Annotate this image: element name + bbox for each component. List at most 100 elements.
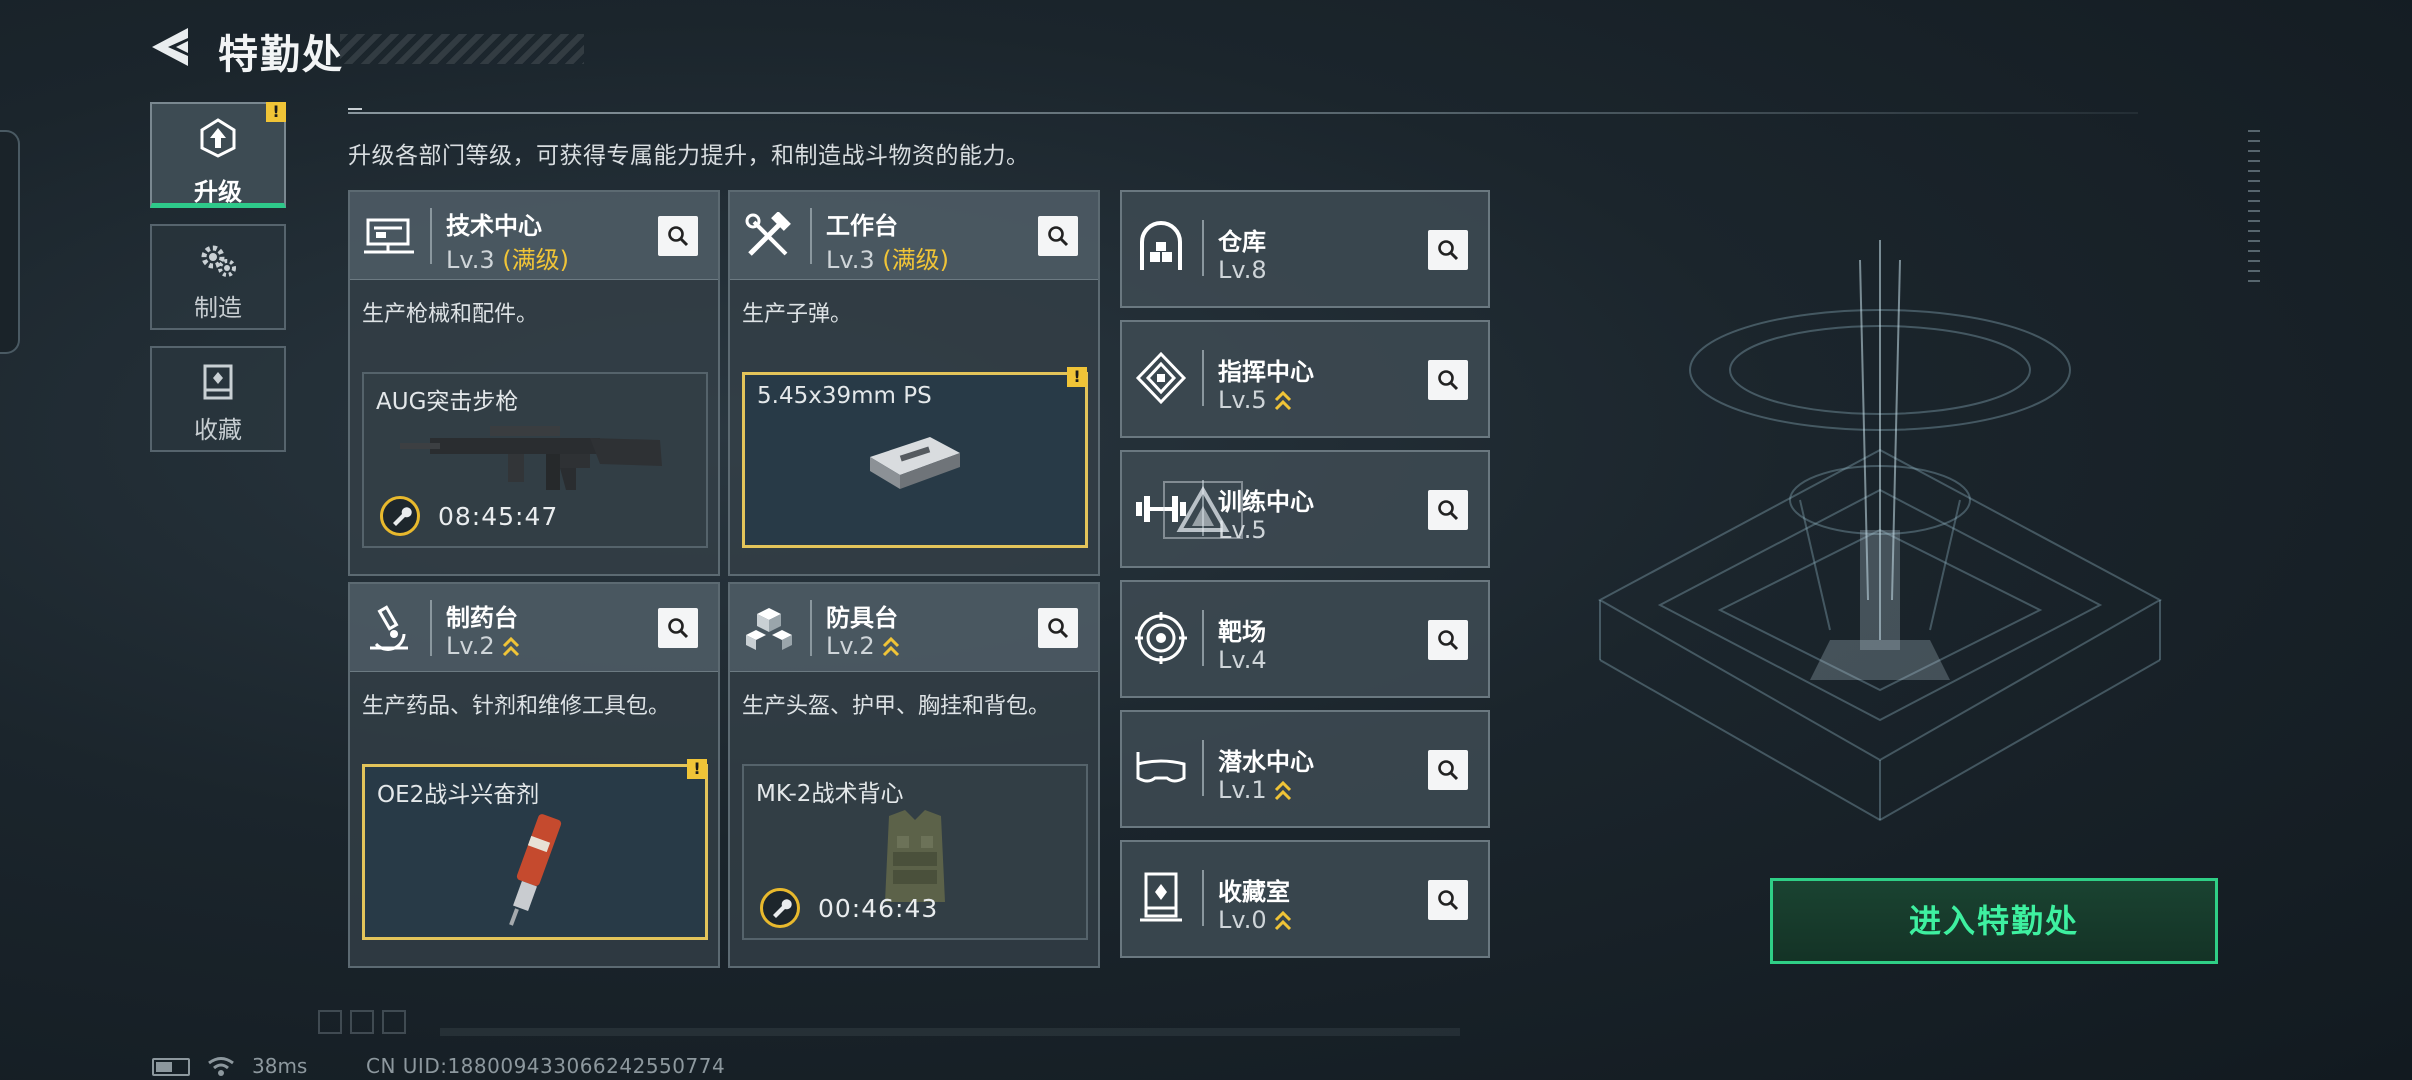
alert-badge: ! [266, 102, 286, 122]
dept-level: Lv.2 [826, 632, 901, 660]
title-decoration [340, 34, 584, 64]
search-icon [1438, 760, 1459, 781]
battery-level [156, 1062, 172, 1072]
search-button[interactable] [1428, 750, 1468, 790]
wrench-timer-icon[interactable] [760, 888, 800, 928]
dept-level-value: Lv.1 [1218, 776, 1267, 804]
separator [1202, 870, 1204, 926]
tab-collection[interactable]: 收藏 [150, 346, 286, 452]
workbench-tools-icon [745, 212, 791, 256]
search-button[interactable] [1428, 880, 1468, 920]
dept-level: Lv.3 (满级) [446, 240, 569, 275]
search-icon [668, 618, 689, 639]
upgrade-chevron-icon [502, 636, 519, 657]
dept-name: 制药台 [446, 604, 518, 632]
microscope-icon [370, 605, 408, 651]
search-button[interactable] [1038, 216, 1078, 256]
timer-row: 00:46:43 [760, 886, 938, 930]
crafting-slot[interactable]: OE2战斗兴奋剂 ! [362, 759, 708, 940]
dept-level: Lv.4 [1218, 646, 1267, 674]
item-name: AUG突击步枪 [376, 389, 519, 415]
search-button[interactable] [658, 608, 698, 648]
search-button[interactable] [1428, 620, 1468, 660]
collection-icon [152, 362, 284, 402]
alert-badge: ! [687, 759, 707, 779]
search-button[interactable] [658, 216, 698, 256]
search-icon [1438, 370, 1459, 391]
dept-name: 潜水中心 [1218, 748, 1314, 776]
timer-row: 08:45:47 [380, 494, 558, 538]
separator [810, 600, 812, 656]
dept-level-value: Lv.2 [446, 632, 495, 660]
search-button[interactable] [1428, 490, 1468, 530]
search-button[interactable] [1428, 360, 1468, 400]
dept-card-tech-center[interactable]: 技术中心 Lv.3 (满级) 生产枪械和配件。 AUG突击步枪 08:45:47 [348, 190, 720, 576]
dept-name: 仓库 [1218, 228, 1266, 256]
timer-text: 08:45:47 [438, 501, 559, 531]
tab-crafting[interactable]: 制造 [150, 224, 286, 330]
dept-card-command-center[interactable]: 指挥中心 Lv.5 [1120, 320, 1490, 438]
divider [348, 112, 2138, 114]
card-header: 制药台 Lv.2 [350, 584, 718, 672]
dept-card-collection-room[interactable]: 收藏室 Lv.0 [1120, 840, 1490, 958]
collection-room-icon [1140, 872, 1182, 922]
separator [1202, 220, 1204, 276]
wifi-icon [208, 1057, 234, 1076]
dept-level: Lv.5 [1218, 386, 1293, 414]
dept-name: 指挥中心 [1218, 358, 1314, 386]
tech-center-icon [364, 218, 414, 254]
diving-center-icon [1136, 752, 1186, 783]
uid-text: CN UID:1880094330662425507​74 [366, 1054, 726, 1078]
stim-injector-image [509, 814, 562, 926]
separator [810, 208, 812, 264]
search-icon [1438, 500, 1459, 521]
back-button[interactable] [148, 22, 198, 72]
max-level-tag: (满级) [502, 246, 569, 274]
divider-mark [348, 108, 362, 110]
search-icon [1048, 226, 1069, 247]
dept-card-shooting-range[interactable]: 靶场 Lv.4 [1120, 580, 1490, 698]
dept-card-pharmacy[interactable]: 制药台 Lv.2 生产药品、针剂和维修工具包。 OE2战斗兴奋剂 ! [348, 582, 720, 968]
item-name: OE2战斗兴奋剂 [377, 782, 540, 808]
dept-card-diving-center[interactable]: 潜水中心 Lv.1 [1120, 710, 1490, 828]
search-icon [1438, 240, 1459, 261]
dept-level-value: Lv.0 [1218, 906, 1267, 934]
armor-blocks-icon [746, 608, 792, 650]
search-icon [668, 226, 689, 247]
dept-description: 生产子弹。 [742, 302, 853, 327]
tab-collection-label: 收藏 [194, 416, 242, 444]
search-button[interactable] [1428, 230, 1468, 270]
max-level-tag: (满级) [882, 246, 949, 274]
page-title: 特勤处 [218, 32, 344, 78]
timer-text: 00:46:43 [818, 893, 939, 923]
upgrade-chevron-icon [1274, 910, 1291, 931]
footer-divider [440, 1028, 1460, 1036]
tab-crafting-label: 制造 [194, 294, 242, 322]
dept-name: 防具台 [826, 604, 898, 632]
back-arrow-icon [152, 28, 188, 66]
dept-level-value: Lv.3 [446, 246, 495, 274]
item-name: 5.45x39mm PS [757, 383, 932, 409]
dept-card-warehouse[interactable]: 仓库 Lv.8 [1120, 190, 1490, 308]
dept-card-armor-bench[interactable]: 防具台 Lv.2 生产头盔、护甲、胸挂和背包。 MK-2战术背心 00:46:4… [728, 582, 1100, 968]
watermark-logo-icon [1163, 481, 1243, 539]
enter-special-ops-button[interactable]: 进入特勤处 [1770, 878, 2218, 964]
crafting-slot[interactable]: 5.45x39mm PS ! [742, 367, 1088, 548]
dept-card-training-center[interactable]: 训练中心 Lv.5 [1120, 450, 1490, 568]
crafting-slot[interactable]: MK-2战术背心 00:46:43 [742, 764, 1088, 940]
ping-text: 38ms [252, 1054, 308, 1078]
ammo-box-image [870, 437, 960, 489]
side-drawer-handle[interactable] [0, 130, 20, 354]
crafting-slot[interactable]: AUG突击步枪 08:45:47 [362, 372, 708, 548]
page-description: 升级各部门等级，可获得专属能力提升，和制造战斗物资的能力。 [348, 143, 1030, 169]
card-header: 防具台 Lv.2 [730, 584, 1098, 672]
dept-level-value: Lv.3 [826, 246, 875, 274]
search-button[interactable] [1038, 608, 1078, 648]
tab-upgrade[interactable]: 升级 ! [150, 102, 286, 208]
command-center-icon [1135, 351, 1187, 405]
wrench-timer-icon[interactable] [380, 496, 420, 536]
assault-rifle-image [400, 426, 662, 490]
dept-card-workbench[interactable]: 工作台 Lv.3 (满级) 生产子弹。 5.45x39mm PS ! [728, 190, 1100, 576]
upgrade-icon [152, 118, 284, 158]
separator [430, 600, 432, 656]
